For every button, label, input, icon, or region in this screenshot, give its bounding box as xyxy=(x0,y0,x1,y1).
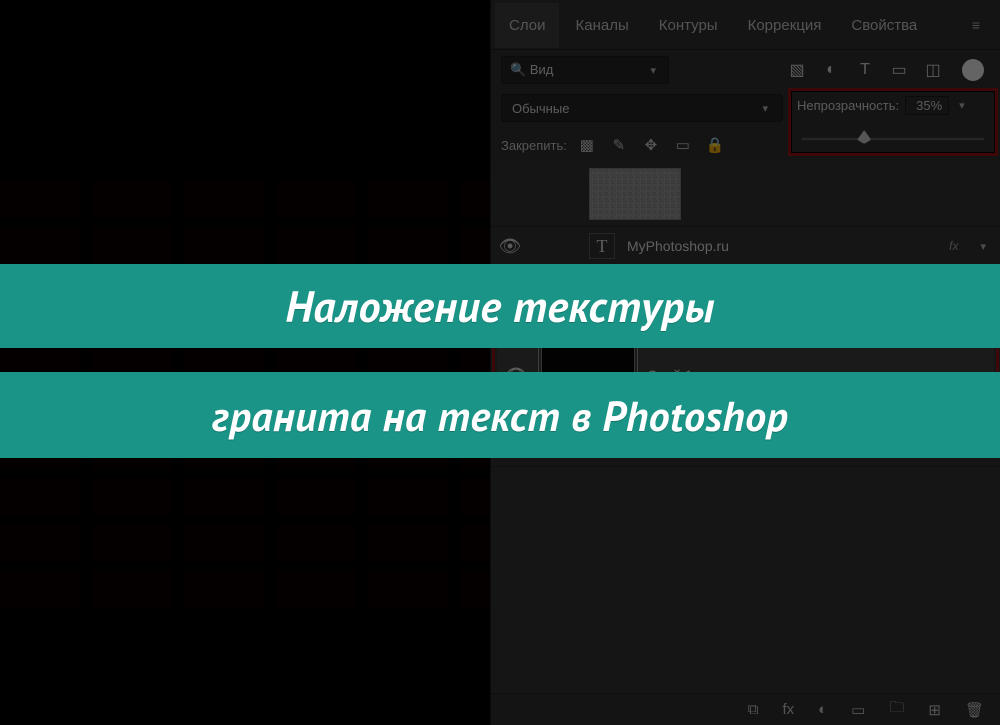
blend-mode-value: Обычные xyxy=(512,101,569,116)
title-text-2: гранита на текст в Photoshop xyxy=(212,388,788,443)
blend-mode-select[interactable]: Обычные ▾ xyxy=(501,94,783,122)
opacity-highlight-box: Непрозрачность: 35% ▾ xyxy=(788,88,998,156)
lock-move-icon[interactable]: ✥ xyxy=(641,136,661,154)
brick-texture-mid xyxy=(0,348,490,372)
link-layers-icon[interactable]: ⧉ xyxy=(748,701,759,718)
fx-icon[interactable]: fx xyxy=(782,701,794,718)
delete-icon[interactable]: 🗑 xyxy=(965,701,984,719)
filter-smart-icon[interactable]: ◫ xyxy=(922,59,944,81)
lock-pixels-icon[interactable]: ▩ xyxy=(577,136,597,154)
group-icon[interactable]: 🗀 xyxy=(889,697,904,722)
blend-row: Обычные ▾ Непрозрачность: 35% ▾ xyxy=(491,90,1000,126)
filter-toggle-icon[interactable] xyxy=(962,59,984,81)
chevron-down-icon[interactable]: ▾ xyxy=(976,240,990,253)
filter-row: 🔍 Вид ▾ ▧ ◐ T ▭ ◫ xyxy=(491,50,1000,90)
filter-adjust-icon[interactable]: ◐ xyxy=(820,59,842,81)
brick-texture-top xyxy=(0,176,490,264)
chevron-down-icon: ▾ xyxy=(646,64,660,77)
kind-label: Вид xyxy=(530,62,554,77)
filter-image-icon[interactable]: ▧ xyxy=(786,59,808,81)
tab-channels[interactable]: Каналы xyxy=(561,3,642,46)
lock-all-icon[interactable]: 🔒 xyxy=(705,136,725,154)
tab-adjustments[interactable]: Коррекция xyxy=(734,3,836,46)
panel-tabs: Слои Каналы Контуры Коррекция Свойства ≡ xyxy=(491,0,1000,50)
title-banner-line2: гранита на текст в Photoshop xyxy=(0,372,1000,458)
new-fill-icon[interactable]: ▭ xyxy=(851,701,865,719)
brick-texture-bottom xyxy=(0,458,490,608)
visibility-toggle[interactable]: 👁 xyxy=(497,236,523,257)
chevron-down-icon: ▾ xyxy=(758,102,772,115)
lock-brush-icon[interactable]: ✎ xyxy=(609,136,629,154)
layer-kind-select[interactable]: 🔍 Вид ▾ xyxy=(501,56,669,84)
layer-name[interactable]: MyPhotoshop.ru xyxy=(627,238,729,254)
type-layer-icon: T xyxy=(589,233,615,259)
tab-paths[interactable]: Контуры xyxy=(645,3,732,46)
lock-artboard-icon[interactable]: ▭ xyxy=(673,136,693,154)
opacity-label: Непрозрачность: xyxy=(797,98,899,113)
layer-panel-footer: ⧉ fx ◐ ▭ 🗀 ⊞ 🗑 xyxy=(491,693,1000,725)
opacity-value[interactable]: 35% xyxy=(905,96,949,115)
opacity-slider[interactable] xyxy=(797,127,989,149)
tab-properties[interactable]: Свойства xyxy=(837,3,931,46)
filter-type-icon[interactable]: T xyxy=(854,59,876,81)
layer-granite[interactable] xyxy=(491,162,1000,227)
slider-thumb[interactable] xyxy=(857,130,871,144)
filter-icons: ▧ ◐ T ▭ ◫ xyxy=(786,59,990,81)
fx-badge[interactable]: fx xyxy=(949,239,964,253)
lock-label: Закрепить: xyxy=(501,138,567,153)
layers-panel: Слои Каналы Контуры Коррекция Свойства ≡… xyxy=(490,0,1000,725)
title-text-1: Наложение текстуры xyxy=(285,278,714,335)
new-layer-icon[interactable]: ⊞ xyxy=(928,701,941,719)
tab-layers[interactable]: Слои xyxy=(495,3,559,48)
slider-track xyxy=(801,137,985,141)
chevron-down-icon[interactable]: ▾ xyxy=(955,99,969,112)
canvas-area xyxy=(0,0,490,725)
lock-icons: ▩ ✎ ✥ ▭ 🔒 xyxy=(577,136,725,154)
layer-text-myphotoshop[interactable]: 👁 T MyPhotoshop.ru fx ▾ xyxy=(491,227,1000,266)
title-banner-line1: Наложение текстуры xyxy=(0,264,1000,348)
panel-menu-icon[interactable]: ≡ xyxy=(956,9,996,41)
filter-shape-icon[interactable]: ▭ xyxy=(888,59,910,81)
mask-icon[interactable]: ◐ xyxy=(818,701,827,718)
opacity-line: Непрозрачность: 35% ▾ xyxy=(797,93,989,117)
layer-thumbnail-granite[interactable] xyxy=(589,168,681,220)
